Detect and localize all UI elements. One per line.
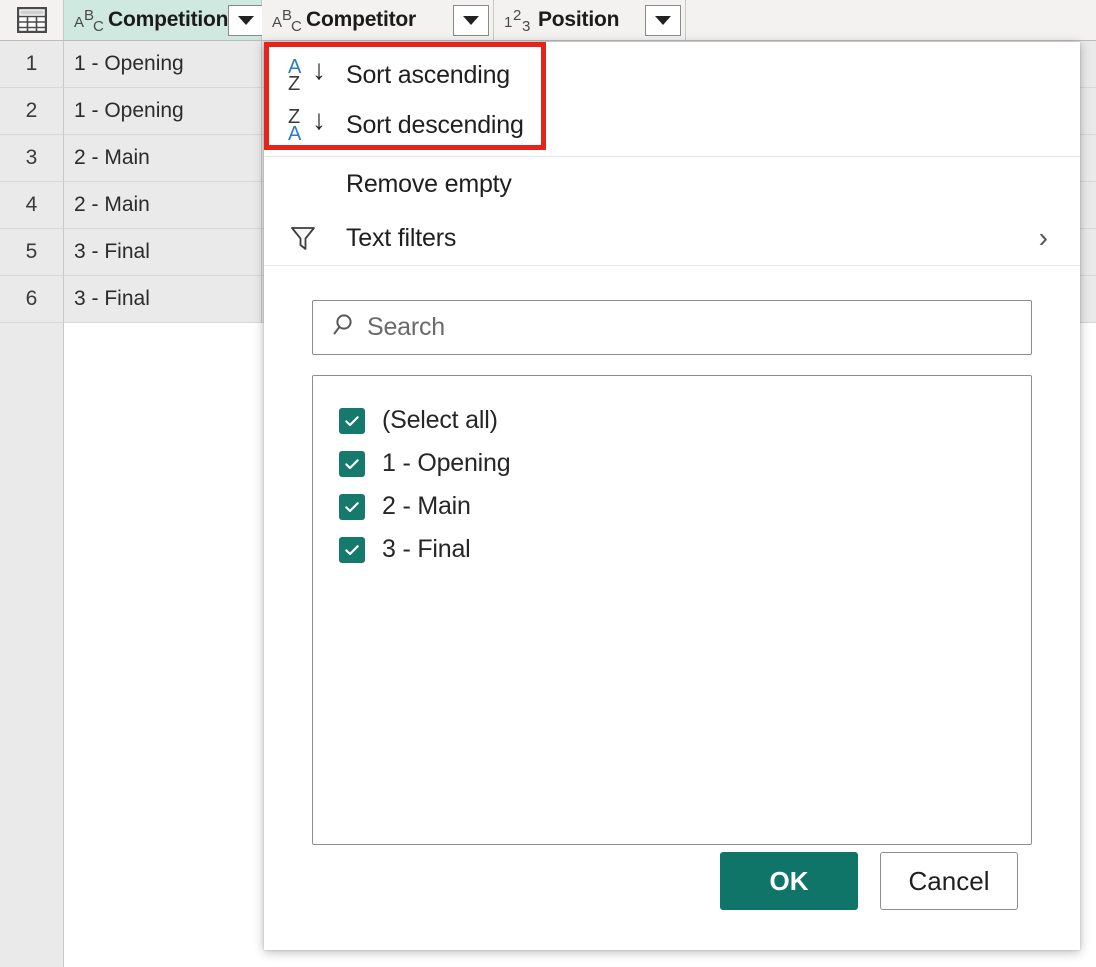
- dialog-button-row: OK Cancel: [720, 852, 1018, 910]
- checkbox-checked[interactable]: [339, 537, 365, 563]
- cell-competition[interactable]: 2 - Main: [64, 182, 262, 229]
- cell-competition[interactable]: 3 - Final: [64, 229, 262, 276]
- search-icon: [333, 312, 367, 343]
- filter-search-section: Search: [264, 266, 1080, 355]
- column-filter-dropdown-competitor[interactable]: [453, 5, 489, 36]
- filter-values-section: (Select all) 1 - Opening 2 - Main: [264, 355, 1080, 845]
- ok-button[interactable]: OK: [720, 852, 858, 910]
- sort-asc-bottom-letter: Z: [288, 74, 300, 94]
- column-header-label: Competition: [108, 8, 228, 32]
- checkbox-checked[interactable]: [339, 494, 365, 520]
- svg-text:C: C: [291, 18, 302, 33]
- cell-competition[interactable]: 1 - Opening: [64, 41, 262, 88]
- column-header-empty: [686, 0, 1096, 40]
- column-header-competitor[interactable]: A B C Competitor: [262, 0, 494, 40]
- list-item[interactable]: 1 - Opening: [339, 442, 1031, 485]
- funnel-icon: [288, 223, 346, 253]
- chevron-down-icon: [463, 16, 479, 25]
- down-arrow-icon: ↓: [312, 56, 326, 84]
- row-number: 5: [0, 229, 64, 276]
- text-filters-menu-item[interactable]: Text filters ›: [264, 211, 1080, 265]
- cell-competition[interactable]: 3 - Final: [64, 276, 262, 323]
- column-header-label: Competitor: [306, 8, 416, 32]
- chevron-down-icon: [238, 16, 254, 25]
- row-number: 3: [0, 135, 64, 182]
- svg-text:2: 2: [513, 7, 521, 24]
- row-number: 6: [0, 276, 64, 323]
- abc-text-type-icon: A B C: [74, 7, 104, 33]
- checkbox-checked[interactable]: [339, 451, 365, 477]
- list-item[interactable]: (Select all): [339, 399, 1031, 442]
- svg-text:1: 1: [504, 14, 512, 31]
- 123-number-type-icon: 1 2 3: [504, 7, 534, 33]
- abc-text-type-icon: A B C: [272, 7, 302, 33]
- down-arrow-icon: ↓: [312, 106, 326, 134]
- svg-text:A: A: [272, 14, 282, 31]
- remove-empty-label: Remove empty: [346, 170, 512, 199]
- sort-ascending-label: Sort ascending: [346, 61, 510, 90]
- column-header-position[interactable]: 1 2 3 Position: [494, 0, 686, 40]
- checkbox-checked[interactable]: [339, 408, 365, 434]
- list-item-label: (Select all): [382, 406, 498, 435]
- list-item-label: 3 - Final: [382, 535, 471, 564]
- column-header-label: Position: [538, 8, 619, 32]
- row-number: 2: [0, 88, 64, 135]
- filter-menu-commands: A Z ↓ Sort ascending Z A ↓ Sort descendi…: [264, 42, 1080, 265]
- sort-ascending-menu-item[interactable]: A Z ↓ Sort ascending: [264, 50, 1080, 100]
- grid-header-row: A B C Competition A B C: [0, 0, 1096, 41]
- chevron-right-icon: ›: [1039, 224, 1048, 252]
- filter-values-listbox[interactable]: (Select all) 1 - Opening 2 - Main: [312, 375, 1032, 845]
- column-header-competition[interactable]: A B C Competition: [64, 0, 262, 40]
- table-grid-icon-svg: [17, 7, 47, 33]
- search-input[interactable]: Search: [312, 300, 1032, 355]
- sort-descending-label: Sort descending: [346, 111, 524, 140]
- sort-descending-icon: Z A ↓: [288, 106, 346, 144]
- sort-descending-menu-item[interactable]: Z A ↓ Sort descending: [264, 100, 1080, 150]
- table-grid-icon[interactable]: [0, 0, 64, 40]
- filter-dropdown-panel: A Z ↓ Sort ascending Z A ↓ Sort descendi…: [264, 42, 1080, 950]
- sort-desc-bottom-letter: A: [288, 124, 301, 144]
- column-filter-dropdown-position[interactable]: [645, 5, 681, 36]
- svg-text:C: C: [93, 18, 104, 33]
- text-filters-label: Text filters: [346, 224, 456, 253]
- list-item-label: 1 - Opening: [382, 449, 510, 478]
- row-number: 4: [0, 182, 64, 229]
- row-number: 1: [0, 41, 64, 88]
- cell-competition[interactable]: 1 - Opening: [64, 88, 262, 135]
- remove-empty-menu-item[interactable]: Remove empty: [264, 157, 1080, 211]
- svg-text:A: A: [74, 14, 84, 31]
- power-query-filter-screen: A B C Competition A B C: [0, 0, 1096, 967]
- list-item-label: 2 - Main: [382, 492, 471, 521]
- search-placeholder: Search: [367, 313, 445, 342]
- list-item[interactable]: 3 - Final: [339, 528, 1031, 571]
- sort-ascending-icon: A Z ↓: [288, 56, 346, 94]
- list-item[interactable]: 2 - Main: [339, 485, 1031, 528]
- svg-text:3: 3: [522, 18, 530, 33]
- chevron-down-icon: [655, 16, 671, 25]
- column-filter-dropdown-competition[interactable]: [228, 5, 264, 36]
- cell-competition[interactable]: 2 - Main: [64, 135, 262, 182]
- cancel-button[interactable]: Cancel: [880, 852, 1018, 910]
